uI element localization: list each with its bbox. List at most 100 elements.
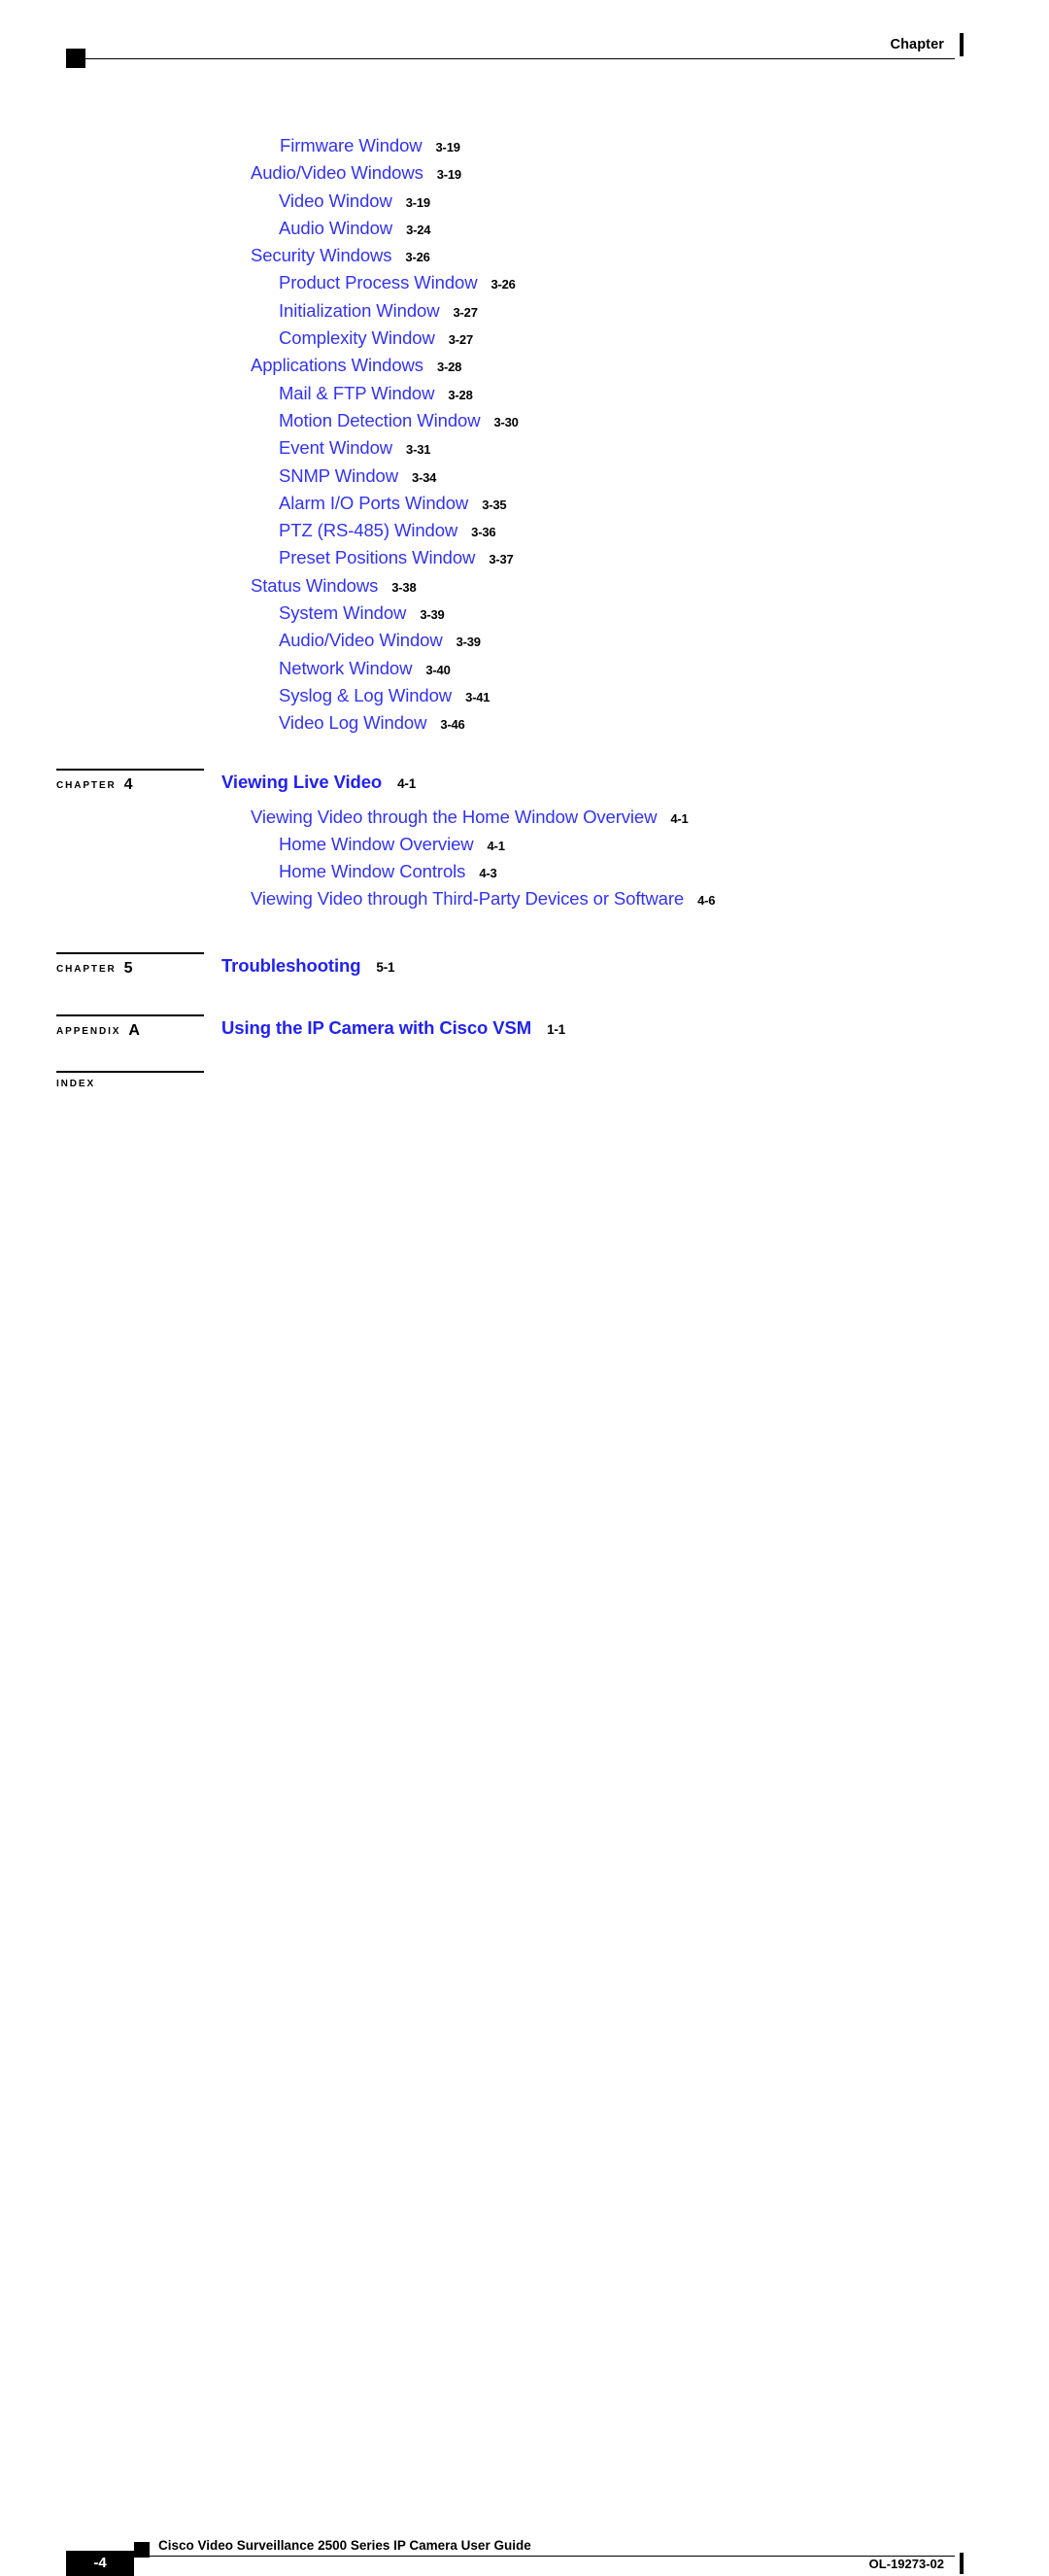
toc-entry-title[interactable]: SNMP Window	[279, 465, 398, 486]
toc-entry-title[interactable]: Viewing Video through Third-Party Device…	[251, 888, 684, 909]
toc-entry-title[interactable]: Syslog & Log Window	[279, 685, 452, 705]
toc-entry[interactable]: Event Window 3-31	[0, 434, 1049, 462]
chapter-block: INDEX	[0, 1070, 1049, 1104]
chapter-label: APPENDIX A	[56, 1021, 140, 1039]
toc-entry-page-number: 3-19	[405, 194, 430, 210]
toc-entry-title[interactable]: Applications Windows	[251, 355, 423, 375]
toc-entry[interactable]: Video Window 3-19	[0, 188, 1049, 215]
chapter-rule	[56, 1013, 204, 1016]
chapter-title[interactable]: Using the IP Camera with Cisco VSM 1-1	[221, 1017, 565, 1039]
toc-entry[interactable]: Viewing Video through the Home Window Ov…	[0, 804, 1049, 831]
toc-entry-title[interactable]: Video Log Window	[279, 712, 426, 733]
toc-entry-page-number: 3-39	[456, 635, 481, 650]
toc-entry[interactable]: Viewing Video through Third-Party Device…	[0, 885, 1049, 912]
chapter-title[interactable]: Viewing Live Video 4-1	[221, 772, 416, 793]
toc-entry[interactable]: Audio/Video Windows 3-19	[0, 159, 1049, 187]
toc-entry-page-number: 3-24	[406, 222, 431, 237]
chapter-header-spacer	[0, 1071, 1049, 1104]
chapter-rule	[56, 1070, 204, 1073]
toc-entry-page-number: 3-37	[489, 552, 514, 567]
toc-entry[interactable]: Audio/Video Window 3-39	[0, 627, 1049, 654]
toc-entry-title[interactable]: Security Windows	[251, 245, 392, 265]
footer-document-title: Cisco Video Surveillance 2500 Series IP …	[158, 2538, 531, 2553]
header-chapter-label: Chapter	[890, 37, 944, 52]
chapter-title-text[interactable]: Viewing Live Video	[221, 772, 382, 792]
toc-entry[interactable]: Audio Window 3-24	[0, 215, 1049, 242]
toc-entry[interactable]: Initialization Window 3-27	[0, 297, 1049, 325]
toc-entry-title[interactable]: Mail & FTP Window	[279, 383, 434, 403]
chapter-label: CHAPTER 4	[56, 775, 133, 793]
toc-entry-title[interactable]: Event Window	[279, 437, 392, 458]
toc-entry-page-number: 3-19	[436, 167, 461, 183]
chapter-title-text[interactable]: Using the IP Camera with Cisco VSM	[221, 1017, 531, 1038]
toc-entry-page-number: 3-38	[391, 579, 417, 595]
toc-entry-page-number: 3-34	[411, 469, 437, 485]
toc-entry-page-number: 3-19	[435, 140, 460, 155]
chapter-number: 5	[123, 959, 133, 977]
toc-entry-title[interactable]: Status Windows	[251, 575, 378, 596]
toc-entry[interactable]: Video Log Window 3-46	[0, 709, 1049, 737]
toc-entry[interactable]: PTZ (RS-485) Window 3-36	[0, 517, 1049, 544]
toc-entry[interactable]: Home Window Controls 4-3	[0, 858, 1049, 885]
chapter-page-number: 5-1	[376, 959, 395, 975]
header-change-bar	[960, 33, 964, 56]
toc-entry[interactable]: SNMP Window 3-34	[0, 463, 1049, 490]
toc-entry-page-number: 3-46	[440, 717, 465, 733]
toc-entry-title[interactable]: Audio/Video Window	[279, 630, 443, 650]
toc-entry-title[interactable]: Preset Positions Window	[279, 547, 475, 567]
chapter-title[interactable]: Troubleshooting 5-1	[221, 955, 395, 977]
toc-entry[interactable]: Firmware Window 3-19	[0, 132, 1049, 159]
toc-entry-page-number: 3-27	[453, 304, 478, 320]
chapter-number: 4	[123, 775, 133, 793]
toc-entry-title[interactable]: Audio/Video Windows	[251, 162, 423, 183]
toc-entry[interactable]: Security Windows 3-26	[0, 242, 1049, 269]
toc-entry-title[interactable]: Video Window	[279, 190, 392, 211]
toc-entry-title[interactable]: Audio Window	[279, 218, 392, 238]
toc-entry-page-number: 3-41	[465, 689, 491, 704]
toc-entry[interactable]: Complexity Window 3-27	[0, 325, 1049, 352]
toc-entry[interactable]: Preset Positions Window 3-37	[0, 544, 1049, 571]
chapter-number: A	[128, 1021, 140, 1039]
toc-entry-title[interactable]: Home Window Overview	[279, 834, 474, 854]
toc-entry-page-number: 3-28	[448, 387, 473, 402]
chapter-label: CHAPTER 5	[56, 959, 133, 977]
toc-entry-page-number: 3-28	[436, 360, 462, 375]
toc-entry-title[interactable]: Product Process Window	[279, 272, 478, 292]
header-rule	[66, 58, 955, 59]
toc-entry[interactable]: Motion Detection Window 3-30	[0, 407, 1049, 434]
chapter-page-number: 4-1	[397, 775, 417, 791]
chapter-block-list: CHAPTER 4 Viewing Live Video 4-1 Viewing Vid…	[0, 768, 1049, 1104]
toc-entry[interactable]: Alarm I/O Ports Window 3-35	[0, 490, 1049, 517]
toc-entry-page-number: 3-30	[493, 414, 519, 429]
toc-entry[interactable]: Mail & FTP Window 3-28	[0, 380, 1049, 407]
toc-entry-title[interactable]: Motion Detection Window	[279, 410, 481, 430]
toc-entry[interactable]: Network Window 3-40	[0, 655, 1049, 682]
toc-entry-page-number: 3-35	[482, 497, 507, 512]
toc-entry-title[interactable]: Complexity Window	[279, 327, 435, 348]
toc-entry-title[interactable]: PTZ (RS-485) Window	[279, 520, 457, 540]
toc-entry-title[interactable]: Alarm I/O Ports Window	[279, 493, 468, 513]
toc-entry-title[interactable]: Firmware Window	[280, 135, 423, 155]
toc-entry[interactable]: Product Process Window 3-26	[0, 269, 1049, 296]
table-of-contents: Firmware Window 3-19 Audio/Video Windows 3-…	[0, 132, 1049, 1104]
toc-entry[interactable]: System Window 3-39	[0, 600, 1049, 627]
toc-entry-page-number: 3-27	[448, 332, 473, 348]
toc-entry-page-number: 4-1	[670, 810, 689, 826]
toc-entry[interactable]: Applications Windows 3-28	[0, 352, 1049, 379]
toc-entry[interactable]: Syslog & Log Window 3-41	[0, 682, 1049, 709]
footer-change-bar	[960, 2553, 964, 2574]
chapter-rule	[56, 768, 204, 771]
toc-entry[interactable]: Home Window Overview 4-1	[0, 831, 1049, 858]
toc-entry-title[interactable]: Viewing Video through the Home Window Ov…	[251, 807, 657, 827]
toc-entry-title[interactable]: Initialization Window	[279, 300, 440, 321]
chapter-title-text[interactable]: Troubleshooting	[221, 955, 361, 976]
page-footer: -4 Cisco Video Surveillance 2500 Series …	[0, 1263, 1049, 2576]
toc-entry-title[interactable]: System Window	[279, 602, 406, 623]
footer-document-id: OL-19273-02	[868, 2557, 944, 2571]
toc-entry[interactable]: Status Windows 3-38	[0, 572, 1049, 600]
toc-entry-page-number: 4-6	[697, 893, 716, 909]
toc-entry-page-number: 3-26	[405, 250, 430, 265]
chapter-label: INDEX	[56, 1078, 96, 1089]
toc-entry-title[interactable]: Home Window Controls	[279, 861, 465, 881]
toc-entry-title[interactable]: Network Window	[279, 658, 412, 678]
